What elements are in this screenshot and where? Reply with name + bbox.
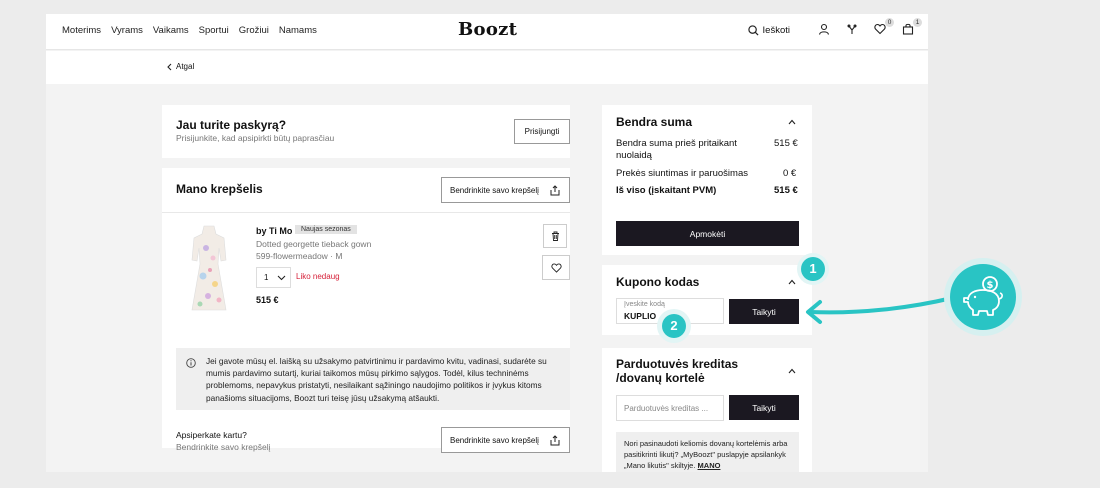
remove-item-button[interactable]: [543, 224, 567, 248]
search-button[interactable]: Ieškoti: [747, 24, 790, 36]
add-to-wishlist-button[interactable]: [542, 255, 570, 280]
svg-text:$: $: [987, 280, 994, 291]
share-icon: [550, 435, 560, 446]
product-price: 515 €: [256, 295, 279, 305]
my-balance-link[interactable]: MANO: [698, 461, 721, 470]
nav-item-kids[interactable]: Vaikams: [153, 25, 189, 36]
chevron-up-icon[interactable]: [788, 278, 796, 286]
step-1-marker: 1: [801, 257, 825, 281]
divider: [162, 212, 570, 213]
gift-card-note-box: Nori pasinaudoti keliomis dovanų kortelė…: [616, 432, 799, 472]
heart-icon: [550, 262, 562, 273]
store-credit-title: Parduotuvės kreditas /dovanų kortelė: [616, 357, 739, 385]
new-season-badge: Naujas sezonas: [295, 225, 357, 234]
coupon-input-value: KUPLIO: [624, 311, 657, 321]
low-stock-note: Liko nedaug: [296, 272, 340, 281]
login-button[interactable]: Prisijungti: [514, 119, 570, 144]
cart-card: Mano krepšelis Bendrinkite savo krepšelį…: [162, 168, 570, 453]
share-cart-label: Bendrinkite savo krepšelį: [450, 185, 539, 195]
chevron-up-icon[interactable]: [788, 118, 796, 126]
page-frame: Moterims Vyrams Vaikams Sportui Grožiui …: [46, 14, 928, 472]
share-icon: [550, 185, 560, 196]
chevron-left-icon: [167, 63, 172, 70]
piggy-bank-badge: $: [944, 258, 1022, 336]
login-subtitle: Prisijunkite, kad apsipirkti būtų papras…: [176, 133, 335, 143]
boozt-logo[interactable]: Boozt: [458, 19, 517, 40]
nav-item-beauty[interactable]: Grožiui: [239, 25, 269, 36]
login-title: Jau turite paskyrą?: [176, 118, 287, 132]
apply-coupon-button[interactable]: Taikyti: [729, 299, 799, 324]
pay-button[interactable]: Apmokėti: [616, 221, 799, 246]
quantity-select[interactable]: 1: [256, 267, 291, 288]
summary-total-label: Iš viso (įskaitant PVM): [616, 185, 717, 196]
product-brand[interactable]: by Ti Mo: [256, 226, 292, 236]
summary-subtotal-value: 515 €: [774, 138, 798, 149]
chevron-down-icon: [277, 275, 286, 281]
store-credit-input[interactable]: Parduotuvės kreditas ...: [616, 395, 724, 421]
account-icon[interactable]: [818, 23, 832, 37]
cart-count-badge: 1: [913, 18, 922, 27]
piggy-bank-circle: $: [950, 264, 1016, 330]
wishlist-count-badge: 0: [885, 18, 894, 27]
step-1-halo: 1: [797, 253, 829, 285]
cart-title: Mano krepšelis: [176, 182, 263, 196]
summary-title: Bendra suma: [616, 115, 693, 129]
shop-together-title: Apsiperkate kartu?: [176, 430, 247, 440]
quantity-value: 1: [264, 273, 269, 282]
back-link[interactable]: Atgal: [166, 62, 194, 71]
summary-subtotal-label: Bendra suma prieš pritaikant nuolaidą: [616, 138, 737, 161]
share-cart-button[interactable]: Bendrinkite savo krepšelį: [441, 177, 570, 203]
shop-together-subtitle: Bendrinkite savo krepšelį: [176, 442, 271, 452]
main-nav: Moterims Vyrams Vaikams Sportui Grožiui …: [62, 25, 317, 36]
cart-icon[interactable]: 1: [902, 18, 922, 37]
order-summary-card: Bendra suma Bendra suma prieš pritaikant…: [602, 105, 812, 255]
nav-item-women[interactable]: Moterims: [62, 25, 101, 36]
product-image[interactable]: [188, 224, 230, 314]
search-label: Ieškoti: [762, 24, 790, 36]
wishlist-icon[interactable]: 0: [874, 18, 894, 37]
gift-card-note: Nori pasinaudoti keliomis dovanų kortelė…: [624, 438, 794, 471]
order-info-text: Jei gavote mūsų el. laišką su užsakymo p…: [206, 356, 547, 403]
share-cart-button-bottom[interactable]: Bendrinkite savo krepšelį: [441, 427, 570, 453]
nav-item-home[interactable]: Namams: [279, 25, 317, 36]
apply-credit-button[interactable]: Taikyti: [729, 395, 799, 420]
piggy-bank-icon: $: [963, 276, 1003, 316]
coupon-card: Kupono kodas Įveskite kodą KUPLIO Taikyt…: [602, 265, 812, 335]
coupon-title: Kupono kodas: [616, 275, 700, 289]
step-2-halo: 2: [657, 309, 691, 343]
header-actions: Ieškoti 0 1: [747, 18, 922, 37]
store-credit-placeholder: Parduotuvės kreditas ...: [624, 404, 709, 413]
coupon-input-label: Įveskite kodą: [624, 301, 665, 308]
product-variant: 599-flowermeadow · M: [256, 251, 343, 261]
summary-shipping-label: Prekės siuntimas ir paruošimas: [616, 168, 748, 179]
trash-icon: [551, 231, 559, 241]
summary-shipping-value: 0 €: [783, 168, 797, 179]
search-icon: [747, 24, 759, 36]
subheader-bar: Atgal: [46, 51, 928, 84]
store-credit-card: Parduotuvės kreditas /dovanų kortelė Par…: [602, 348, 812, 472]
nav-item-men[interactable]: Vyrams: [111, 25, 143, 36]
login-card: Jau turite paskyrą? Prisijunkite, kad ap…: [162, 105, 570, 158]
summary-total-value: 515 €: [774, 185, 798, 196]
site-header: Moterims Vyrams Vaikams Sportui Grožiui …: [46, 14, 928, 50]
product-name[interactable]: Dotted georgette tieback gown: [256, 239, 371, 249]
nav-item-sport[interactable]: Sportui: [199, 25, 229, 36]
back-label: Atgal: [176, 62, 195, 71]
share-cart-bottom-label: Bendrinkite savo krepšelį: [450, 435, 539, 445]
chevron-up-icon[interactable]: [788, 367, 796, 375]
order-info-box: Jei gavote mūsų el. laišką su užsakymo p…: [176, 348, 570, 410]
style-icon[interactable]: [846, 23, 860, 37]
step-2-marker: 2: [662, 314, 686, 338]
info-icon: [186, 358, 196, 368]
pointer-arrow: [806, 296, 954, 324]
